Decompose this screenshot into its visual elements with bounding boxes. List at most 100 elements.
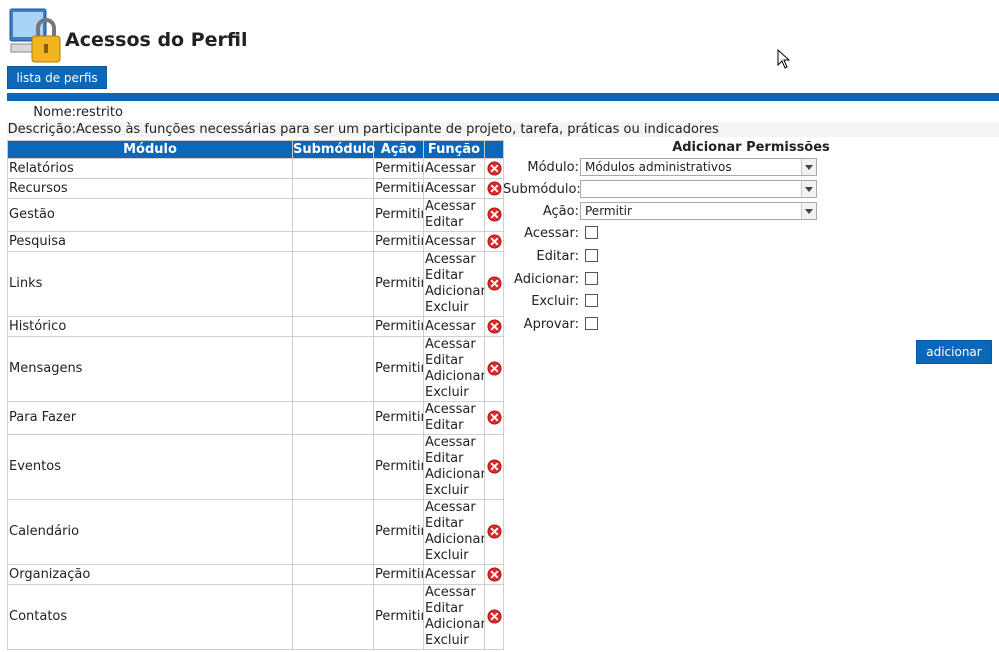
delete-cell — [484, 564, 504, 585]
submodule-cell — [292, 401, 374, 435]
module-select[interactable]: Módulos administrativos — [580, 158, 817, 176]
add-permissions-panel: Adicionar Permissões Módulo: Módulos adm… — [503, 140, 999, 332]
page-title: Acessos do Perfil — [65, 29, 248, 51]
checkbox-row-adicionar: Adicionar: — [503, 270, 999, 290]
action-cell: Permitir — [373, 198, 424, 232]
submodule-cell — [292, 434, 374, 500]
profile-name: restrito — [76, 105, 123, 120]
delete-icon[interactable] — [486, 524, 502, 539]
delete-icon[interactable] — [486, 180, 502, 196]
delete-cell — [484, 198, 504, 232]
table-row: Calendário Permitir Acessar Editar Adicionar… — [7, 499, 504, 565]
function-column-header[interactable]: Função — [423, 140, 485, 159]
action-column-header[interactable]: Ação — [373, 140, 424, 159]
function-cell: Acessar Editar — [423, 198, 485, 232]
submodule-row: Submódulo: — [503, 180, 999, 200]
delete-icon[interactable] — [486, 276, 502, 291]
function-item: Adicionar — [425, 617, 485, 632]
delete-icon[interactable] — [486, 410, 502, 425]
table-row: Relatórios Permitir Acessar — [7, 158, 504, 179]
table-row: Pesquisa Permitir Acessar — [7, 231, 504, 252]
table-row: Recursos Permitir Acessar — [7, 178, 504, 199]
function-item: Excluir — [425, 548, 469, 563]
checkbox-label: Adicionar: — [514, 272, 579, 287]
checkbox-row-aprovar: Aprovar: — [503, 315, 999, 335]
module-cell: Para Fazer — [7, 401, 293, 435]
action-cell: Permitir — [373, 316, 424, 337]
function-cell: Acessar — [423, 316, 485, 337]
action-cell: Permitir — [373, 499, 424, 565]
module-row: Módulo: Módulos administrativos — [503, 158, 999, 178]
delete-cell — [484, 434, 504, 500]
function-item: Excluir — [425, 483, 469, 498]
function-cell: Acessar — [423, 178, 485, 199]
action-cell: Permitir — [373, 178, 424, 199]
function-item: Editar — [425, 215, 464, 230]
function-cell: Acessar — [423, 231, 485, 252]
table-row: Histórico Permitir Acessar — [7, 316, 504, 337]
function-item: Acessar — [425, 337, 476, 353]
table-row: Organização Permitir Acessar — [7, 564, 504, 585]
adicionar-checkbox[interactable] — [585, 272, 598, 285]
function-item: Editar — [425, 268, 464, 283]
delete-icon[interactable] — [486, 459, 502, 474]
module-label: Módulo: — [527, 160, 579, 175]
permissions-table: Módulo Submódulo Ação Função Relatórios P… — [7, 140, 504, 650]
submodule-cell — [292, 198, 374, 232]
checkbox-label: Acessar: — [524, 226, 579, 241]
add-permission-button[interactable]: adicionar — [916, 340, 992, 364]
action-select[interactable]: Permitir — [580, 202, 817, 220]
delete-icon[interactable] — [486, 233, 502, 249]
editar-checkbox[interactable] — [585, 249, 598, 262]
delete-column-header — [484, 140, 504, 159]
delete-cell — [484, 231, 504, 252]
action-cell: Permitir — [373, 336, 424, 402]
submodule-column-header[interactable]: Submódulo — [292, 140, 375, 159]
profile-list-button[interactable]: lista de perfis — [7, 66, 107, 89]
function-item: Acessar — [425, 252, 476, 268]
delete-cell — [484, 584, 504, 650]
delete-icon[interactable] — [486, 207, 502, 222]
delete-icon[interactable] — [486, 609, 502, 624]
function-item: Editar — [425, 353, 464, 368]
delete-cell — [484, 251, 504, 317]
delete-icon[interactable] — [486, 566, 502, 582]
submodule-cell — [292, 336, 374, 402]
module-cell: Links — [7, 251, 293, 317]
module-cell: Organização — [7, 564, 293, 585]
table-row: Links Permitir Acessar Editar Adicionar Exclu… — [7, 251, 504, 317]
function-item: Adicionar — [425, 369, 485, 384]
checkbox-row-editar: Editar: — [503, 247, 999, 267]
function-item: Excluir — [425, 300, 469, 315]
submodule-cell — [292, 178, 374, 199]
profile-description: Acesso às funções necessárias para ser u… — [76, 122, 719, 137]
function-item: Adicionar — [425, 467, 485, 482]
delete-cell — [484, 158, 504, 179]
function-item: Adicionar — [425, 284, 485, 299]
excluir-checkbox[interactable] — [585, 294, 598, 307]
checkbox-label: Editar: — [536, 249, 579, 264]
delete-icon[interactable] — [486, 318, 502, 334]
submodule-cell — [292, 158, 374, 179]
function-item: Acessar — [425, 233, 476, 249]
top-divider-bar — [7, 93, 999, 101]
checkbox-label: Excluir: — [531, 294, 579, 309]
add-permissions-title: Adicionar Permissões — [672, 140, 830, 155]
table-row: Gestão Permitir Acessar Editar — [7, 198, 504, 232]
submodule-select[interactable] — [580, 180, 817, 198]
function-item: Adicionar — [425, 532, 485, 547]
module-column-header[interactable]: Módulo — [7, 140, 293, 159]
acessar-checkbox[interactable] — [585, 226, 598, 239]
delete-cell — [484, 316, 504, 337]
delete-icon[interactable] — [486, 160, 502, 176]
module-cell: Gestão — [7, 198, 293, 232]
function-item: Excluir — [425, 385, 469, 400]
function-item: Acessar — [425, 160, 476, 176]
delete-icon[interactable] — [486, 361, 502, 376]
table-row: Contatos Permitir Acessar Editar Adicionar Ex… — [7, 584, 504, 650]
chevron-down-icon — [801, 203, 816, 219]
module-cell: Recursos — [7, 178, 293, 199]
action-row: Ação: Permitir — [503, 202, 999, 222]
action-cell: Permitir — [373, 434, 424, 500]
aprovar-checkbox[interactable] — [585, 317, 598, 330]
